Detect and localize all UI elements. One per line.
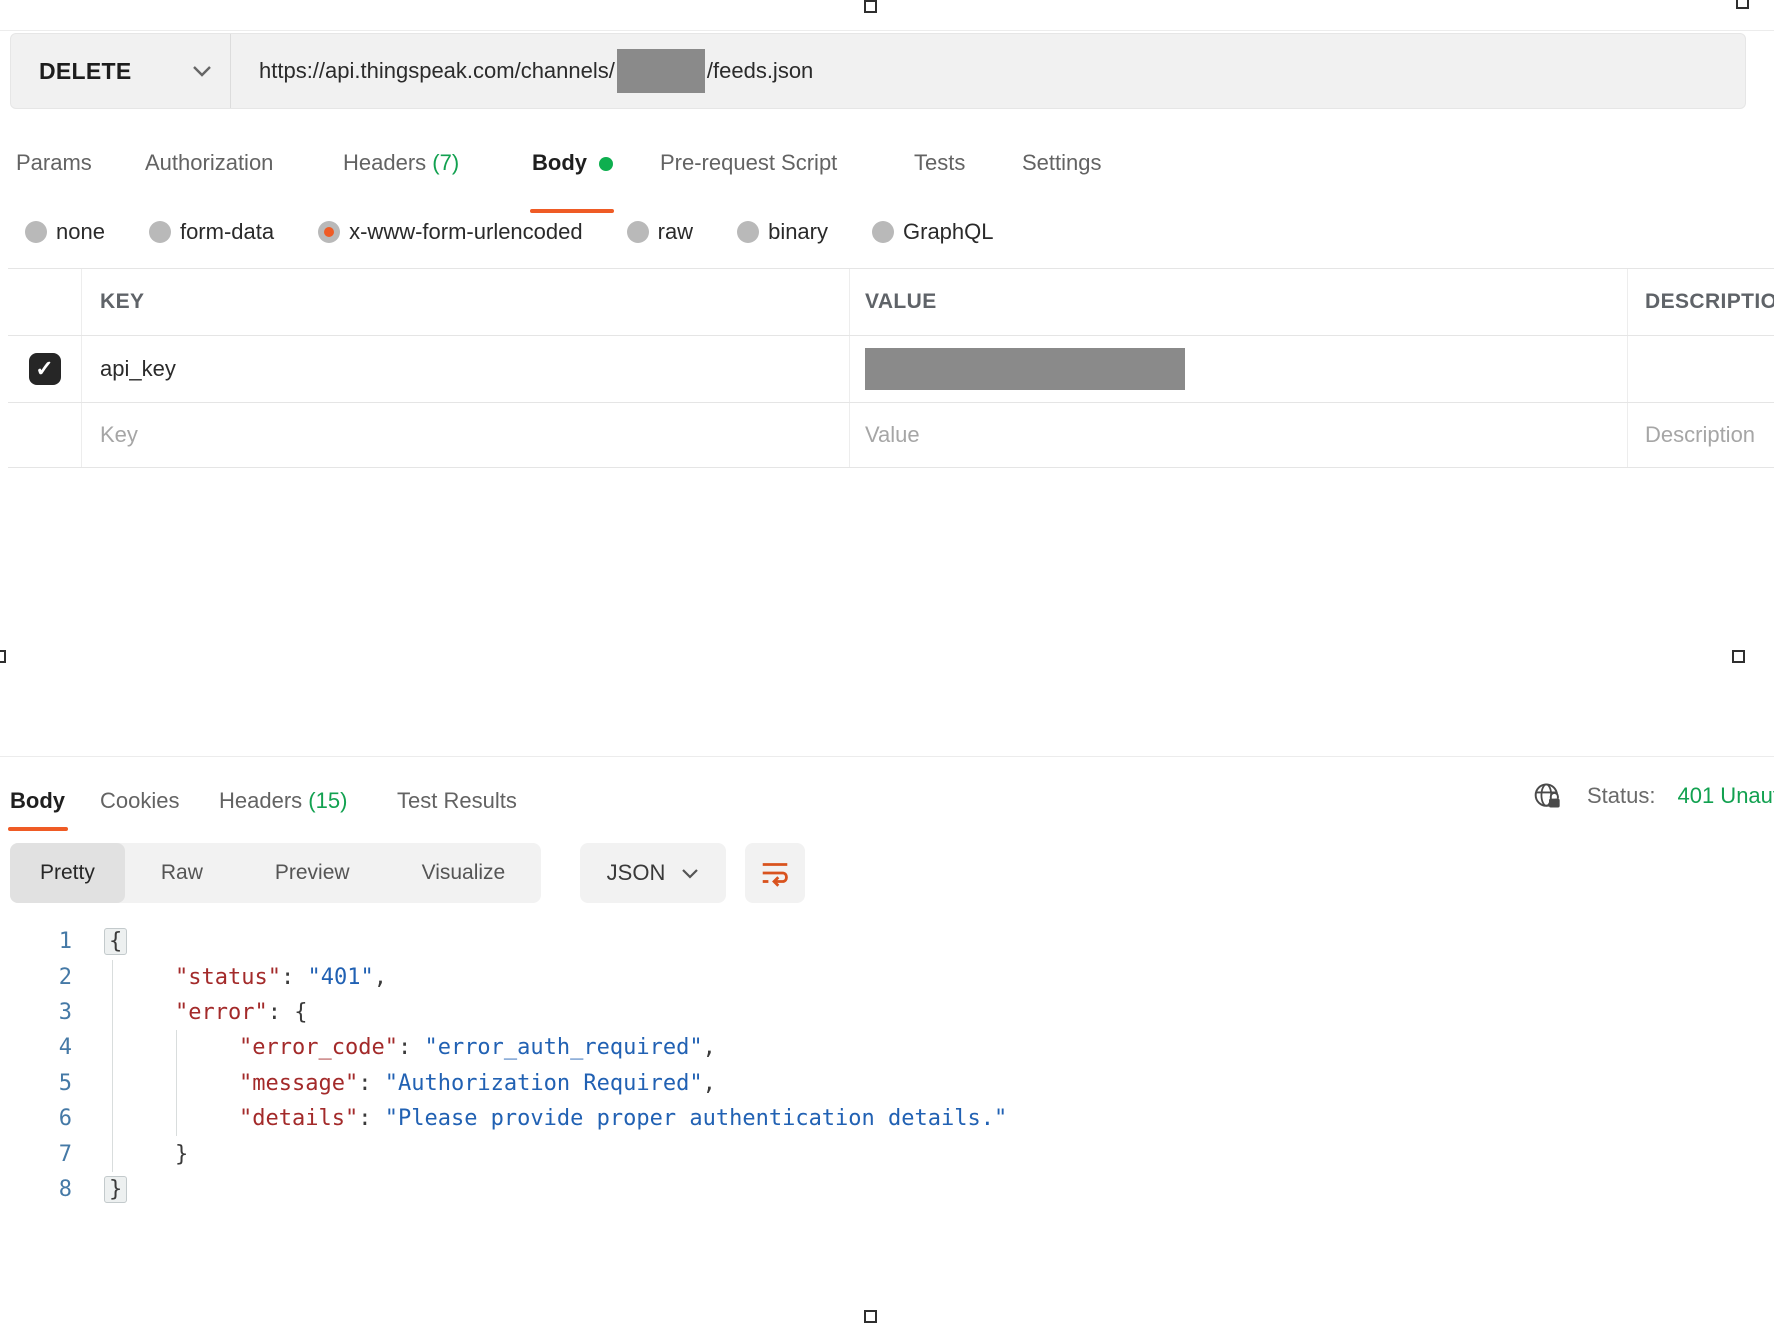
table-empty-row: Key Value Description	[8, 403, 1774, 468]
method-dropdown-chevron-icon	[192, 65, 212, 77]
line-number[interactable]: 3	[40, 1000, 72, 1025]
param-value-redaction-box[interactable]	[865, 348, 1185, 390]
column-header-value: VALUE	[865, 290, 937, 314]
status-label: Status:	[1587, 783, 1655, 809]
code-line: 8 }	[40, 1172, 1007, 1207]
body-mode-selector: none form-data x-www-form-urlencoded raw…	[25, 219, 994, 245]
table-row: ✓ api_key	[8, 336, 1774, 403]
code-line: 4 "error_code": "error_auth_required",	[40, 1030, 1007, 1065]
postman-app-screenshot: DELETE https://api.thingspeak.com/channe…	[0, 0, 1774, 1334]
radio-none[interactable]: none	[25, 219, 105, 245]
radio-graphql[interactable]: GraphQL	[872, 219, 994, 245]
tab-body[interactable]: Body	[532, 150, 613, 176]
indent-guide	[112, 960, 113, 1172]
value-placeholder[interactable]: Value	[865, 422, 920, 448]
view-preview[interactable]: Preview	[239, 843, 386, 903]
line-number[interactable]: 7	[40, 1142, 72, 1167]
divider	[0, 756, 1774, 757]
response-headers-count-badge: (15)	[308, 788, 347, 813]
url-input[interactable]: https://api.thingspeak.com/channels/ /fee…	[231, 49, 1745, 93]
fold-brace[interactable]: {	[104, 928, 127, 955]
response-tab-cookies[interactable]: Cookies	[100, 788, 179, 814]
globe-lock-icon	[1533, 780, 1565, 812]
response-tab-headers[interactable]: Headers (15)	[219, 788, 347, 814]
radio-circle-icon	[737, 221, 759, 243]
tab-params[interactable]: Params	[16, 150, 92, 176]
tab-settings[interactable]: Settings	[1022, 150, 1102, 176]
wrap-text-button[interactable]	[745, 843, 805, 903]
view-visualize[interactable]: Visualize	[386, 843, 542, 903]
line-number[interactable]: 5	[40, 1071, 72, 1096]
wrap-lines-icon	[758, 856, 792, 890]
line-number[interactable]: 4	[40, 1035, 72, 1060]
tab-pre-request-script[interactable]: Pre-request Script	[660, 150, 837, 176]
indent-guide	[176, 1030, 177, 1136]
response-tab-body[interactable]: Body	[10, 788, 65, 814]
code-line: 2 "status": "401",	[40, 959, 1007, 994]
radio-selected-icon	[318, 221, 340, 243]
code-line: 6 "details": "Please provide proper auth…	[40, 1101, 1007, 1136]
radio-circle-icon	[872, 221, 894, 243]
code-line: 7 }	[40, 1136, 1007, 1171]
url-suffix: /feeds.json	[707, 58, 813, 84]
selection-handle-right-middle[interactable]	[1732, 650, 1745, 663]
line-number[interactable]: 1	[40, 929, 72, 954]
fold-brace[interactable]: }	[104, 1176, 127, 1203]
response-view-switcher: Pretty Raw Preview Visualize	[10, 843, 541, 903]
checkmark-icon: ✓	[35, 356, 53, 382]
divider	[0, 30, 1774, 31]
method-selector[interactable]: DELETE	[11, 34, 231, 108]
param-key-cell[interactable]: api_key	[100, 356, 176, 382]
radio-circle-icon	[25, 221, 47, 243]
column-header-description: DESCRIPTION	[1645, 290, 1774, 314]
view-pretty[interactable]: Pretty	[10, 843, 125, 903]
column-header-key: KEY	[100, 290, 144, 314]
method-label: DELETE	[39, 58, 132, 85]
selection-handle-top-center[interactable]	[864, 0, 877, 13]
tab-tests[interactable]: Tests	[914, 150, 965, 176]
selection-handle-left-middle[interactable]	[0, 650, 6, 663]
request-url-bar: DELETE https://api.thingspeak.com/channe…	[10, 33, 1746, 109]
line-number[interactable]: 6	[40, 1106, 72, 1131]
active-response-tab-underline	[8, 827, 68, 831]
urlencoded-params-table: KEY VALUE DESCRIPTION ✓ api_key Key Valu…	[8, 268, 1774, 468]
headers-count-badge: (7)	[432, 150, 459, 175]
status-value: 401 Unauthorized	[1677, 783, 1774, 809]
json-dropdown-chevron-icon	[681, 868, 699, 879]
radio-circle-icon	[627, 221, 649, 243]
radio-raw[interactable]: raw	[627, 219, 693, 245]
url-redaction-box	[617, 49, 705, 93]
selection-handle-bottom-center[interactable]	[864, 1310, 877, 1323]
format-dropdown[interactable]: JSON	[580, 843, 726, 903]
radio-circle-icon	[149, 221, 171, 243]
response-status-bar: Status: 401 Unauthorized	[1533, 780, 1774, 812]
active-tab-underline	[530, 209, 614, 213]
radio-x-www-form-urlencoded[interactable]: x-www-form-urlencoded	[318, 219, 583, 245]
code-line: 1 {	[40, 924, 1007, 959]
line-number[interactable]: 2	[40, 965, 72, 990]
description-placeholder[interactable]: Description	[1645, 422, 1755, 448]
format-label: JSON	[607, 860, 666, 886]
row-enabled-checkbox[interactable]: ✓	[29, 353, 61, 385]
response-body-json[interactable]: 1 { 2 "status": "401", 3 "error": { 4 "e…	[40, 924, 1007, 1207]
body-modified-dot-icon	[599, 157, 613, 171]
response-tab-test-results[interactable]: Test Results	[397, 788, 517, 814]
url-prefix: https://api.thingspeak.com/channels/	[259, 58, 615, 84]
view-raw[interactable]: Raw	[125, 843, 239, 903]
line-number[interactable]: 8	[40, 1177, 72, 1202]
tab-authorization[interactable]: Authorization	[145, 150, 273, 176]
table-header-row: KEY VALUE DESCRIPTION	[8, 268, 1774, 336]
key-placeholder[interactable]: Key	[100, 422, 138, 448]
code-line: 3 "error": {	[40, 995, 1007, 1030]
radio-binary[interactable]: binary	[737, 219, 828, 245]
tab-headers[interactable]: Headers (7)	[343, 150, 459, 176]
selection-handle-top-right[interactable]	[1736, 0, 1749, 9]
code-line: 5 "message": "Authorization Required",	[40, 1066, 1007, 1101]
radio-form-data[interactable]: form-data	[149, 219, 274, 245]
